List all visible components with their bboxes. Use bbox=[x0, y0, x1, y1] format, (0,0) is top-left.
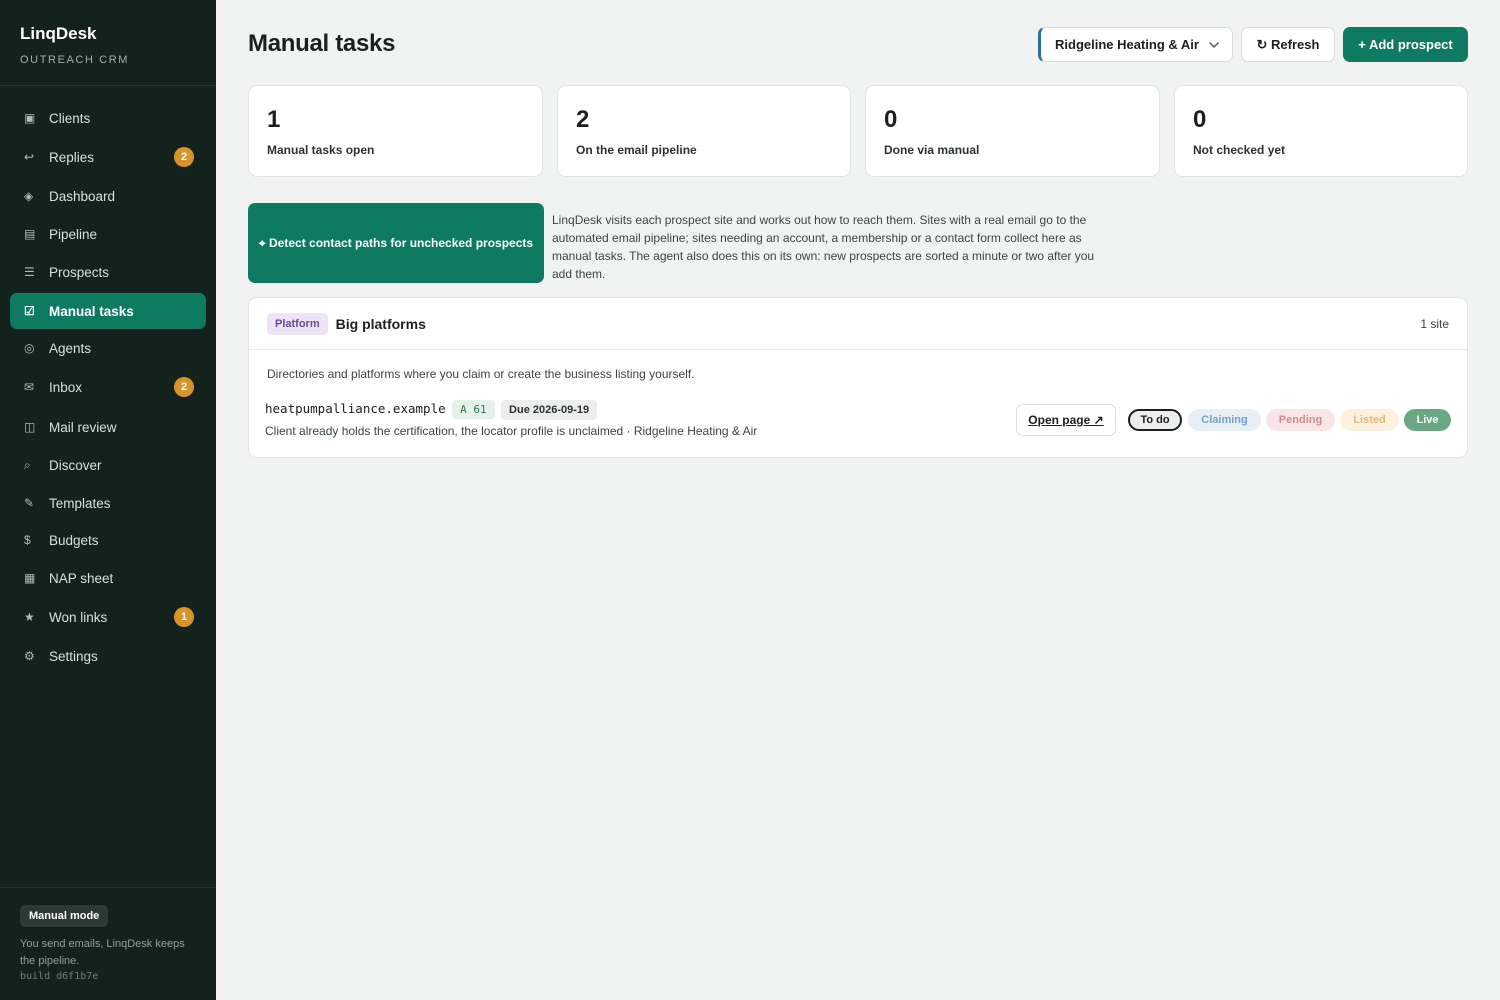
stat-card-email-pipeline: 2 On the email pipeline bbox=[557, 85, 851, 177]
sidebar-item-mail-review[interactable]: ◫ Mail review bbox=[10, 409, 206, 445]
sidebar-item-budgets[interactable]: $ Budgets bbox=[10, 522, 206, 558]
status-todo-button[interactable]: To do bbox=[1128, 409, 1182, 431]
sidebar-item-label: Agents bbox=[49, 340, 92, 356]
target-icon: ◎ bbox=[24, 341, 35, 355]
site-domain: heatpumpalliance.example bbox=[265, 401, 446, 416]
chevron-down-icon bbox=[1209, 41, 1219, 48]
sidebar-item-won-links[interactable]: ★ Won links 1 bbox=[10, 599, 206, 635]
stat-card-done-manual: 0 Done via manual bbox=[865, 85, 1160, 177]
detect-description: LinqDesk visits each prospect site and w… bbox=[552, 213, 1095, 281]
search-icon: ⌕ bbox=[24, 457, 31, 472]
grid-icon: ▦ bbox=[24, 571, 36, 585]
refresh-button[interactable]: ↻ Refresh bbox=[1241, 27, 1335, 62]
site-title-row: heatpumpalliance.example A 61 Due 2026-0… bbox=[265, 400, 598, 420]
stat-value: 0 bbox=[1193, 106, 1207, 133]
gear-icon: ⚙ bbox=[24, 649, 35, 663]
stat-value: 0 bbox=[884, 106, 898, 133]
stat-card-manual-open: 1 Manual tasks open bbox=[248, 85, 543, 177]
sidebar-item-nap-sheet[interactable]: ▦ NAP sheet bbox=[10, 560, 206, 596]
sidebar: LinqDesk OUTREACH CRM ▣ Clients ↩ Replie… bbox=[0, 0, 216, 1000]
client-select-value: Ridgeline Heating & Air bbox=[1055, 37, 1199, 52]
sidebar-item-label: Replies bbox=[49, 149, 95, 165]
open-page-button[interactable]: Open page ↗ bbox=[1016, 404, 1116, 436]
group-description: Directories and platforms where you clai… bbox=[267, 367, 695, 381]
stat-label: Not checked yet bbox=[1193, 143, 1286, 157]
group-count: 1 site bbox=[1420, 316, 1449, 331]
group-tag: Platform bbox=[267, 312, 328, 335]
sidebar-item-label: Templates bbox=[49, 495, 111, 511]
sidebar-item-settings[interactable]: ⚙ Settings bbox=[10, 638, 206, 674]
envelope-icon: ✉ bbox=[24, 380, 35, 394]
sidebar-item-label: Clients bbox=[49, 110, 91, 126]
sidebar-item-replies[interactable]: ↩ Replies 2 bbox=[10, 139, 206, 175]
stat-card-not-checked: 0 Not checked yet bbox=[1174, 85, 1468, 177]
sidebar-item-label: Settings bbox=[49, 648, 98, 664]
sidebar-item-label: Pipeline bbox=[49, 226, 98, 242]
app-name: LinqDesk bbox=[20, 24, 97, 43]
group-title: Big platforms bbox=[335, 315, 426, 332]
sidebar-item-inbox[interactable]: ✉ Inbox 2 bbox=[10, 369, 206, 405]
mode-description: You send emails, LinqDesk keeps the pipe… bbox=[20, 938, 185, 967]
sidebar-item-label: NAP sheet bbox=[49, 570, 114, 586]
authority-score-badge: A 61 bbox=[452, 400, 495, 419]
site-note: Client already holds the certification, … bbox=[265, 424, 758, 438]
detect-contact-paths-button[interactable]: ⌖ Detect contact paths for unchecked pro… bbox=[248, 203, 544, 283]
sidebar-item-agents[interactable]: ◎ Agents bbox=[10, 330, 206, 366]
stat-value: 1 bbox=[267, 106, 281, 133]
mode-badge: Manual mode bbox=[20, 905, 109, 927]
sidebar-item-clients[interactable]: ▣ Clients bbox=[10, 100, 206, 136]
status-pending-button[interactable]: Pending bbox=[1266, 409, 1335, 431]
status-live-button[interactable]: Live bbox=[1404, 409, 1451, 431]
clients-icon: ▣ bbox=[24, 111, 36, 125]
app-subtitle: OUTREACH CRM bbox=[20, 54, 130, 66]
sidebar-item-label: Dashboard bbox=[49, 188, 116, 204]
sidebar-item-dashboard[interactable]: ◈ Dashboard bbox=[10, 178, 206, 214]
pencil-icon: ✎ bbox=[24, 496, 35, 510]
sidebar-item-discover[interactable]: ⌕ Discover bbox=[10, 447, 206, 483]
dollar-icon: $ bbox=[24, 533, 31, 547]
sidebar-item-manual-tasks[interactable]: ☑ Manual tasks bbox=[10, 293, 206, 329]
due-date-badge: Due 2026-09-19 bbox=[501, 400, 598, 420]
task-group-header: Platform Big platforms 1 site bbox=[249, 298, 1467, 350]
count-badge: 2 bbox=[174, 377, 194, 397]
checkbox-icon: ☑ bbox=[24, 304, 35, 318]
dashboard-icon: ◈ bbox=[24, 189, 34, 203]
task-group-card: Platform Big platforms 1 site Directorie… bbox=[248, 297, 1468, 458]
brand: LinqDesk OUTREACH CRM bbox=[0, 0, 216, 86]
stat-label: On the email pipeline bbox=[576, 143, 697, 157]
star-icon: ★ bbox=[24, 610, 35, 624]
list-icon: ☰ bbox=[24, 265, 35, 279]
stat-label: Manual tasks open bbox=[267, 143, 375, 157]
sidebar-item-label: Won links bbox=[49, 609, 108, 625]
add-prospect-button[interactable]: + Add prospect bbox=[1343, 27, 1468, 62]
sidebar-item-label: Inbox bbox=[49, 379, 83, 395]
sidebar-footer: Manual mode You send emails, LinqDesk ke… bbox=[0, 887, 216, 1000]
client-select[interactable]: Ridgeline Heating & Air bbox=[1038, 27, 1233, 62]
status-listed-button[interactable]: Listed bbox=[1340, 409, 1399, 431]
count-badge: 1 bbox=[174, 607, 194, 627]
stat-label: Done via manual bbox=[884, 143, 980, 157]
sidebar-item-label: Prospects bbox=[49, 264, 110, 280]
sidebar-item-prospects[interactable]: ☰ Prospects bbox=[10, 254, 206, 290]
sidebar-item-label: Discover bbox=[49, 457, 102, 473]
stat-value: 2 bbox=[576, 106, 590, 133]
count-badge: 2 bbox=[174, 147, 194, 167]
sidebar-item-templates[interactable]: ✎ Templates bbox=[10, 485, 206, 521]
status-claiming-button[interactable]: Claiming bbox=[1188, 409, 1261, 431]
pipeline-icon: ▤ bbox=[24, 227, 36, 241]
build-version: build d6f1b7e bbox=[20, 971, 99, 982]
sidebar-item-pipeline[interactable]: ▤ Pipeline bbox=[10, 216, 206, 252]
columns-icon: ◫ bbox=[24, 420, 36, 434]
sidebar-item-label: Budgets bbox=[49, 532, 99, 548]
sidebar-item-label: Manual tasks bbox=[49, 303, 134, 319]
page-title: Manual tasks bbox=[248, 30, 396, 57]
sidebar-item-label: Mail review bbox=[49, 419, 117, 435]
reply-icon: ↩ bbox=[24, 150, 35, 164]
